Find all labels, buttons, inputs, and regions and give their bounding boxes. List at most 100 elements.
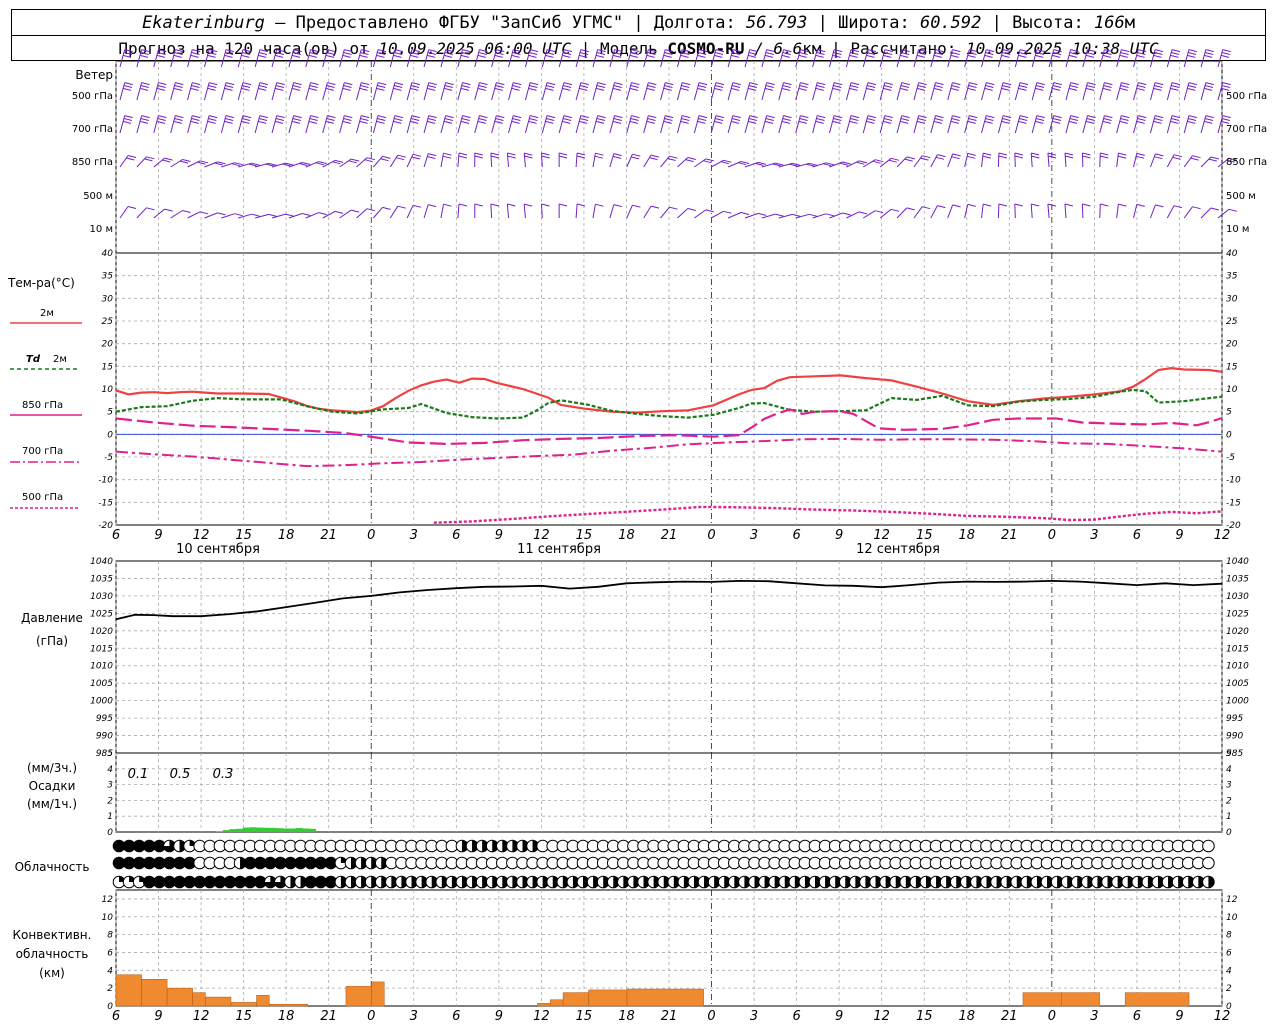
wind-barb-0-32 xyxy=(660,49,674,68)
wind-barb-flag-0-43-0 xyxy=(850,49,860,53)
wind-barb-staff-4-48 xyxy=(930,205,938,219)
wind-barb-2-42 xyxy=(828,115,843,134)
wind-barb-flag-1-21-2 xyxy=(477,87,486,91)
wind-barb-0-56 xyxy=(1065,49,1079,68)
wind-barb-flag-3-57-0 xyxy=(1082,152,1091,156)
hour-tick-temp-2: 12 xyxy=(193,528,210,543)
wind-barb-flag-2-53-2 xyxy=(1018,120,1027,124)
wind-barb-flag-2-54-1 xyxy=(1035,118,1045,121)
wind-barb-flag-0-29-0 xyxy=(614,49,623,53)
wind-barb-4-28 xyxy=(592,203,604,219)
wind-barb-flag-1-21-0 xyxy=(479,82,488,86)
wind-barb-flag-0-45-2 xyxy=(883,54,892,58)
wind-barb-flag-2-51-0 xyxy=(986,115,995,119)
wind-level-left-500hpa: 500 гПа xyxy=(72,91,113,102)
wind-barb-staff-4-60 xyxy=(1133,204,1138,219)
cloud-fill-2-108 xyxy=(1208,876,1215,888)
wind-barb-0-50 xyxy=(964,49,978,68)
wind-barb-staff-4-33 xyxy=(677,208,689,219)
wind-barb-flag-0-42-2 xyxy=(832,54,841,58)
wind-barb-1-40 xyxy=(795,82,809,101)
wind-barb-flag-2-21-2 xyxy=(477,120,486,124)
wind-barb-0-55 xyxy=(1048,49,1062,68)
wind-barb-3-54 xyxy=(1030,152,1040,168)
wind-barb-staff-4-64 xyxy=(1200,207,1212,219)
wind-barb-flag-0-36-2 xyxy=(731,54,740,58)
wind-barb-1-32 xyxy=(660,82,674,101)
wind-barb-flag-3-35-0 xyxy=(723,159,732,163)
wind-barb-staff-2-28 xyxy=(592,115,599,134)
pressure-ytick-right-5: 1010 xyxy=(1226,662,1249,672)
wind-barb-0-43 xyxy=(845,49,860,68)
legend-td2m-label: 2м xyxy=(53,354,67,365)
wind-barb-flag-3-18-1 xyxy=(427,156,436,159)
wind-barb-flag-2-62-1 xyxy=(1171,118,1180,121)
wind-barb-flag-1-38-1 xyxy=(765,85,774,88)
wind-barb-staff-3-47 xyxy=(913,155,923,168)
wind-barb-staff-0-28 xyxy=(592,49,599,68)
wind-barb-flag-3-63-1 xyxy=(1190,157,1199,161)
pressure-title: Давление xyxy=(21,611,83,625)
conv-bar-13 xyxy=(588,989,628,1007)
wind-barb-3-50 xyxy=(964,152,976,168)
wind-barb-2-27 xyxy=(575,115,589,134)
wind-barb-flag-1-38-2 xyxy=(764,87,774,91)
wind-barb-flag-0-51-1 xyxy=(985,52,994,55)
wind-barb-flag-2-14-0 xyxy=(361,115,370,119)
wind-barb-flag-2-54-2 xyxy=(1035,120,1044,124)
wind-barb-flag-3-21-0 xyxy=(474,152,483,156)
wind-barb-3-2 xyxy=(153,157,173,168)
wind-barb-2-39 xyxy=(778,115,792,134)
wind-barb-staff-3-24 xyxy=(523,153,526,168)
wind-barb-staff-3-59 xyxy=(1116,153,1119,168)
conv-ytick-left-2: 4 xyxy=(107,966,113,976)
wind-barb-1-63 xyxy=(1183,82,1198,101)
wind-barb-flag-3-3-1 xyxy=(179,160,189,164)
wind-barb-flag-0-25-0 xyxy=(546,49,556,53)
wind-barb-flag-4-0-0 xyxy=(127,206,137,209)
wind-barb-flag-3-58-0 xyxy=(1100,152,1109,156)
wind-barb-flag-2-37-1 xyxy=(748,118,758,121)
wind-barb-0-9 xyxy=(271,49,285,68)
pressure-ytick-left-2: 995 xyxy=(96,714,113,724)
wind-barb-flag-2-29-1 xyxy=(613,118,622,121)
wind-barb-flag-1-64-0 xyxy=(1205,82,1214,86)
wind-barb-flag-1-57-1 xyxy=(1086,85,1095,88)
wind-barb-staff-2-16 xyxy=(389,115,396,134)
wind-barb-flag-0-58-1 xyxy=(1103,52,1112,55)
wind-barb-staff-4-50 xyxy=(964,204,969,219)
wind-barb-flag-4-25-0 xyxy=(541,203,550,207)
wind-barb-staff-3-13 xyxy=(339,158,352,168)
wind-barb-flag-2-32-1 xyxy=(664,118,673,121)
wind-barb-flag-1-23-0 xyxy=(513,82,522,86)
wind-barb-flag-1-59-2 xyxy=(1119,87,1128,91)
wind-barb-flag-1-50-0 xyxy=(969,82,978,86)
precip-ytick-right-5: 5 xyxy=(1226,749,1232,759)
wind-barb-flag-3-31-1 xyxy=(649,157,658,161)
wind-barb-flag-2-42-1 xyxy=(833,118,842,121)
wind-barb-flag-1-43-1 xyxy=(850,85,859,88)
hour-tick-bottom-9: 9 xyxy=(495,1009,503,1024)
wind-barb-2-18 xyxy=(423,115,437,134)
wind-barb-flag-2-36-2 xyxy=(731,120,740,124)
temp-ytick-left-9: 25 xyxy=(102,317,114,327)
wind-barb-flag-0-24-1 xyxy=(529,52,538,55)
wind-barb-flag-0-57-1 xyxy=(1086,52,1095,55)
wind-barb-4-18 xyxy=(423,204,437,219)
wind-barb-4-30 xyxy=(626,204,641,219)
wind-barb-2-61 xyxy=(1149,115,1164,134)
wind-barb-4-33 xyxy=(677,208,696,219)
wind-barb-flag-4-32-0 xyxy=(669,206,678,210)
wind-barb-0-20 xyxy=(457,49,471,68)
wind-barb-flag-2-20-0 xyxy=(462,115,471,119)
wind-barb-flag-0-7-2 xyxy=(241,54,250,58)
wind-barb-staff-2-30 xyxy=(626,115,632,134)
wind-barb-flag-2-41-2 xyxy=(815,120,824,124)
wind-barb-flag-2-61-0 xyxy=(1154,115,1164,119)
wind-barb-staff-4-51 xyxy=(981,204,984,219)
wind-barb-flag-2-14-1 xyxy=(360,118,369,121)
wind-barb-flag-2-24-0 xyxy=(529,115,539,119)
wind-barb-flag-3-52-0 xyxy=(998,152,1008,156)
wind-barb-3-15 xyxy=(373,155,391,168)
wind-barb-flag-2-23-2 xyxy=(511,120,520,124)
